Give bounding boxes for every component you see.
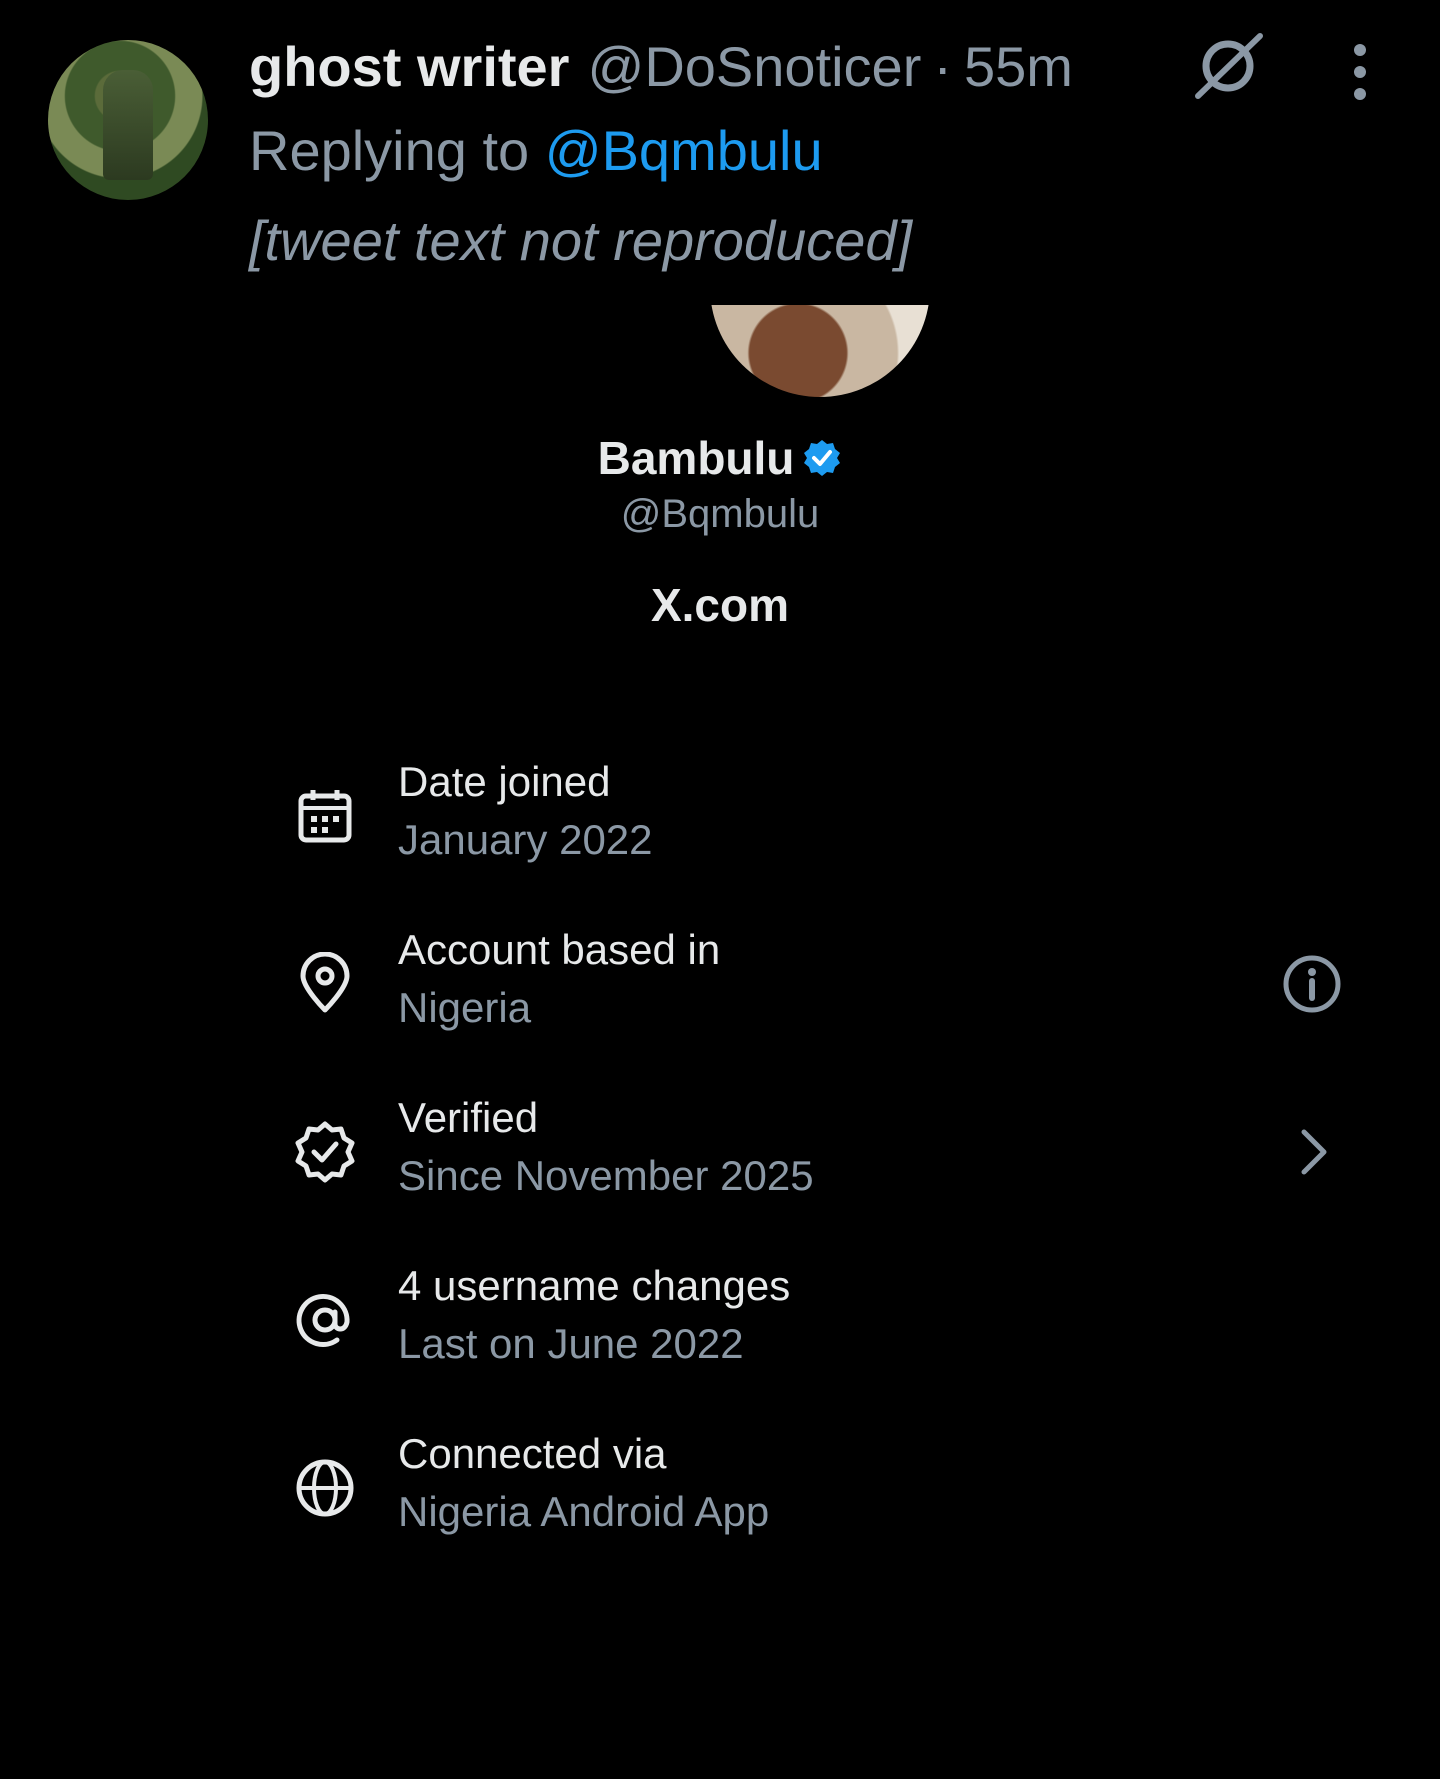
username-changes-value: Last on June 2022 [398, 1320, 744, 1367]
replying-to-line: Replying to @Bqmbulu [249, 118, 823, 183]
account-based-in-label: Account based in [398, 926, 721, 973]
author-handle[interactable]: @DoSnoticer [587, 34, 921, 99]
calendar-icon [298, 790, 352, 843]
profile-name-row: Bambulu [0, 428, 1440, 488]
info-icon[interactable] [1280, 952, 1344, 1016]
chevron-right-icon[interactable] [1280, 1120, 1344, 1184]
at-sign-icon [296, 1294, 350, 1347]
account-based-in-value: Nigeria [398, 984, 532, 1031]
verified-since-value: Since November 2025 [398, 1152, 814, 1199]
verified-check-icon [295, 1121, 355, 1183]
date-joined-value: January 2022 [398, 816, 653, 863]
info-row-username-changes: 4 username changes Last on June 2022 [0, 1260, 1440, 1380]
connected-via-value: Nigeria Android App [398, 1488, 770, 1535]
profile-name: Bambulu [597, 432, 795, 484]
verified-badge-icon [804, 440, 841, 476]
profile-handle: @Bqmbulu [620, 492, 820, 536]
tweet-time[interactable]: 55m [964, 34, 1073, 99]
site-label: X.com [650, 579, 790, 631]
author-name[interactable]: ghost writer [249, 34, 569, 99]
separator-dot: · [933, 34, 952, 98]
tweet-header: ghost writer @DoSnoticer · 55m [249, 34, 1073, 99]
replying-prefix: Replying to [249, 119, 545, 182]
more-vertical-icon[interactable] [1346, 42, 1374, 102]
info-row-date-joined: Date joined January 2022 [0, 756, 1440, 876]
verified-label: Verified [398, 1094, 539, 1141]
info-row-verified[interactable]: Verified Since November 2025 [0, 1092, 1440, 1212]
connected-via-label: Connected via [398, 1430, 667, 1477]
date-joined-label: Date joined [398, 758, 611, 805]
globe-icon [296, 1459, 354, 1517]
replying-mention[interactable]: @Bqmbulu [545, 119, 823, 182]
tweet-text: [tweet text not reproduced] [249, 209, 913, 272]
info-row-account-based-in: Account based in Nigeria [0, 924, 1440, 1044]
username-changes-label: 4 username changes [398, 1262, 791, 1309]
reply-tweet: ghost writer @DoSnoticer · 55m Replying … [0, 0, 1440, 300]
info-row-connected-via: Connected via Nigeria Android App [0, 1428, 1440, 1548]
location-pin-icon [300, 952, 350, 1013]
author-avatar[interactable] [48, 40, 208, 200]
grok-icon[interactable] [1190, 30, 1266, 102]
